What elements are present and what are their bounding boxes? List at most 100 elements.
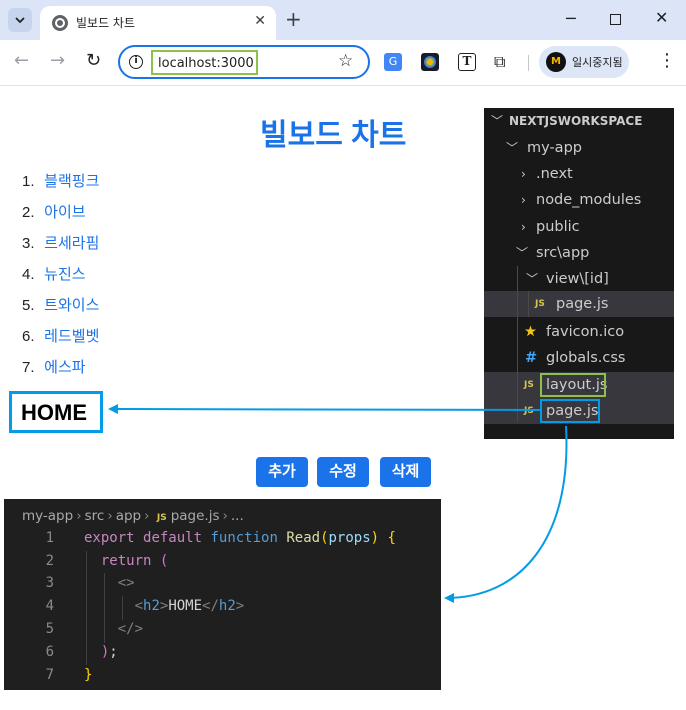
profile-button[interactable]: M 일시중지됨	[539, 46, 629, 78]
hash-icon: #	[525, 350, 538, 366]
translate-icon[interactable]: G	[384, 53, 402, 71]
tree-item-favicon[interactable]: ★ favicon.ico	[484, 319, 674, 345]
tree-label: public	[536, 219, 580, 235]
list-number: 5.	[22, 297, 35, 314]
tree-label: view\[id]	[546, 271, 609, 287]
tree-item-globals[interactable]: # globals.css	[484, 345, 674, 371]
group-link[interactable]: 르세라핌	[44, 235, 99, 252]
list-number: 3.	[22, 235, 35, 252]
tree-item-node-modules[interactable]: › node_modules	[484, 187, 674, 213]
breadcrumb: my-app › src › app › JS page.js ›...	[22, 508, 244, 524]
group-link[interactable]: 레드벨벳	[44, 328, 99, 345]
bookmark-star-icon[interactable]: ☆	[338, 51, 353, 71]
breadcrumb-item[interactable]: ...	[231, 508, 244, 524]
multicolor-extension-icon[interactable]	[421, 53, 439, 71]
chevron-down-icon	[15, 17, 25, 24]
home-highlight: HOME	[9, 391, 103, 433]
list-item: 3. 르세라핌	[22, 232, 99, 263]
breadcrumb-item[interactable]: my-app	[22, 508, 73, 524]
more-menu-icon[interactable]: ⋮	[658, 52, 676, 70]
add-button[interactable]: 추가	[256, 457, 308, 487]
line-number: 3	[45, 575, 54, 591]
code-editor: my-app › src › app › JS page.js ›... 1 2 3 4 5 …	[4, 499, 441, 690]
text-extension-icon[interactable]: T	[458, 53, 476, 71]
chevron-right-icon: ›	[521, 220, 526, 234]
puzzle-icon[interactable]: ⧉	[494, 53, 512, 71]
group-list: 1. 블랙핑크 2. 아이브 3. 르세라핌 4. 뉴진스 5. 트와이스 6.…	[22, 170, 99, 387]
code-line[interactable]: }	[84, 667, 92, 683]
url-text[interactable]: localhost:3000	[158, 56, 254, 71]
indent-guide	[528, 291, 529, 317]
forward-button[interactable]: →	[50, 52, 65, 70]
breadcrumb-item[interactable]: page.js	[171, 508, 220, 524]
line-number: 5	[45, 621, 54, 637]
list-item: 6. 레드벨벳	[22, 325, 99, 356]
chevron-down-icon: ﹀	[526, 272, 539, 286]
line-number: 7	[45, 667, 54, 683]
close-tab-icon[interactable]: ✕	[254, 13, 266, 29]
group-link[interactable]: 아이브	[44, 204, 85, 221]
back-button[interactable]: ←	[14, 52, 29, 70]
toolbar-divider	[528, 55, 529, 71]
file-explorer: ﹀ NEXTJSWORKSPACE ﹀ my-app › .next › nod…	[484, 108, 674, 439]
tree-label: my-app	[527, 140, 582, 156]
code-line[interactable]: export default function Read(props) {	[84, 530, 396, 546]
layout-highlight	[540, 373, 606, 397]
code-line[interactable]: <>	[84, 575, 135, 591]
tree-item-view-id[interactable]: ﹀ view\[id]	[484, 266, 674, 292]
chevron-down-icon: ﹀	[506, 141, 519, 155]
profile-name: 일시중지됨	[572, 56, 623, 69]
explorer-workspace[interactable]: ﹀ NEXTJSWORKSPACE	[484, 108, 674, 134]
tree-item-next[interactable]: › .next	[484, 161, 674, 187]
group-link[interactable]: 에스파	[44, 359, 85, 376]
group-link[interactable]: 블랙핑크	[44, 173, 99, 190]
minimize-button[interactable]: ─	[566, 9, 576, 28]
code-line[interactable]: );	[84, 644, 118, 660]
close-window-button[interactable]: ✕	[655, 8, 668, 27]
tree-label: .next	[536, 166, 573, 182]
breadcrumb-item[interactable]: app	[116, 508, 141, 524]
list-number: 2.	[22, 204, 35, 221]
new-tab-button[interactable]: +	[285, 8, 302, 30]
browser-toolbar: ← → ↻ i localhost:3000 ☆ G T ⧉ M 일시중지됨 ⋮	[0, 40, 686, 86]
arrow-page-to-home	[108, 404, 541, 415]
breadcrumb-item[interactable]: src	[85, 508, 105, 524]
list-item: 1. 블랙핑크	[22, 170, 99, 201]
tree-item-src-app[interactable]: ﹀ src\app	[484, 240, 674, 266]
address-bar[interactable]: i localhost:3000 ☆	[118, 45, 370, 79]
avatar: M	[546, 52, 566, 72]
star-icon: ★	[524, 324, 537, 340]
code-line[interactable]: return (	[84, 553, 168, 569]
list-item: 7. 에스파	[22, 356, 99, 387]
info-icon[interactable]: i	[129, 55, 143, 69]
code-line[interactable]: </>	[84, 621, 143, 637]
tree-label: src\app	[536, 245, 590, 261]
chevron-down-icon: ﹀	[516, 246, 529, 260]
chevron-down-icon: ﹀	[491, 114, 504, 128]
home-heading: HOME	[21, 400, 87, 425]
maximize-button[interactable]	[610, 14, 621, 25]
group-link[interactable]: 뉴진스	[44, 266, 85, 283]
reload-button[interactable]: ↻	[86, 52, 101, 70]
browser-tab[interactable]: 빌보드 차트 ✕	[40, 6, 276, 40]
code-line[interactable]: <h2>HOME</h2>	[84, 598, 245, 614]
list-number: 6.	[22, 328, 35, 345]
line-number: 4	[45, 598, 54, 614]
group-link[interactable]: 트와이스	[44, 297, 99, 314]
list-number: 4.	[22, 266, 35, 283]
tree-item-my-app[interactable]: ﹀ my-app	[484, 135, 674, 161]
tree-label: node_modules	[536, 192, 642, 208]
line-number: 2	[45, 553, 54, 569]
tree-item-view-page[interactable]: JS page.js	[484, 291, 674, 317]
line-number: 6	[45, 644, 54, 660]
tree-item-public[interactable]: › public	[484, 214, 674, 240]
indent-guide	[517, 266, 518, 422]
delete-button[interactable]: 삭제	[380, 457, 431, 487]
globe-icon	[52, 15, 68, 31]
chevron-right-icon: ›	[521, 167, 526, 181]
tab-search-button[interactable]	[8, 8, 32, 32]
list-number: 1.	[22, 173, 35, 190]
list-item: 4. 뉴진스	[22, 263, 99, 294]
edit-button[interactable]: 수정	[317, 457, 369, 487]
arrow-page-to-code	[444, 425, 568, 603]
